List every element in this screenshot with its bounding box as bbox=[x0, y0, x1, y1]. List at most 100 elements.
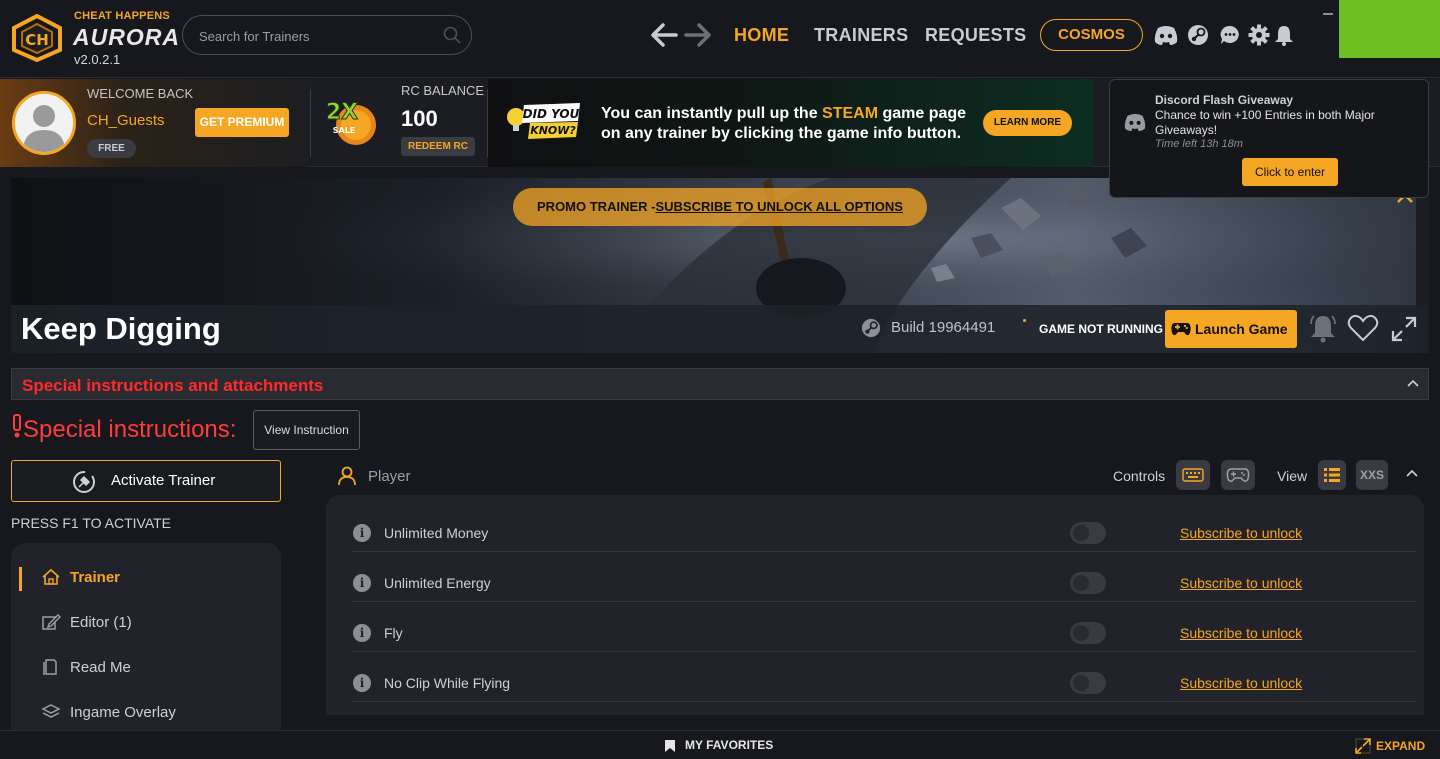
layers-icon bbox=[41, 704, 61, 718]
notify-bell-icon[interactable] bbox=[1308, 313, 1338, 343]
giveaway-title: Discord Flash Giveaway bbox=[1155, 93, 1294, 107]
info-icon[interactable]: i bbox=[353, 624, 371, 642]
window-corner-block bbox=[1339, 0, 1440, 58]
giveaway-popup: Discord Flash Giveaway Chance to win +10… bbox=[1109, 79, 1429, 198]
sidebar-menu: Trainer Editor (1) Read Me Ingame Overla… bbox=[11, 543, 281, 743]
activate-trainer-label: Activate Trainer bbox=[111, 472, 216, 489]
did-you-know-badge: DID YOU KNOW? bbox=[506, 103, 582, 143]
sale-label: SALE bbox=[333, 126, 356, 135]
option-toggle[interactable] bbox=[1070, 622, 1106, 644]
option-toggle[interactable] bbox=[1070, 522, 1106, 544]
discord-icon bbox=[1123, 112, 1147, 132]
steam-icon[interactable] bbox=[861, 318, 881, 338]
get-premium-button[interactable]: GET PREMIUM bbox=[195, 108, 289, 137]
keyboard-controls-button[interactable] bbox=[1176, 460, 1210, 490]
nav-trainers[interactable]: TRAINERS bbox=[814, 25, 908, 46]
instructions-bar-title: Special instructions and attachments bbox=[22, 376, 324, 395]
tip-text: You can instantly pull up the STEAM game… bbox=[601, 105, 967, 142]
promo-trainer-banner[interactable]: PROMO TRAINER -SUBSCRIBE TO UNLOCK ALL O… bbox=[513, 188, 927, 226]
view-instruction-button[interactable]: View Instruction bbox=[253, 410, 360, 450]
subscribe-link[interactable]: SUBSCRIBE TO UNLOCK ALL OPTIONS bbox=[655, 199, 903, 214]
giveaway-description: Chance to win +100 Entries in both Major… bbox=[1155, 108, 1375, 137]
sale-badge[interactable]: 2X SALE bbox=[322, 93, 380, 149]
view-label: View bbox=[1277, 468, 1308, 484]
sidebar-item-read-me[interactable]: Read Me bbox=[41, 658, 131, 676]
launch-game-button[interactable]: Launch Game bbox=[1165, 310, 1297, 348]
option-label: Unlimited Money bbox=[384, 525, 489, 541]
steam-icon[interactable] bbox=[1187, 24, 1209, 46]
learn-more-button[interactable]: LEARN MORE bbox=[983, 110, 1072, 136]
svg-text:DID YOU: DID YOU bbox=[523, 107, 580, 121]
rc-balance-label: RC BALANCE bbox=[401, 83, 485, 98]
username[interactable]: CH_Guests bbox=[87, 112, 165, 129]
subscribe-to-unlock-link[interactable]: Subscribe to unlock bbox=[1180, 525, 1302, 541]
cheat-happens-logo[interactable]: CH bbox=[10, 14, 64, 62]
top-bar: CH CHEAT HAPPENS AURORA v2.0.2.1 HOME TR… bbox=[0, 0, 1440, 78]
sidebar-item-editor[interactable]: Editor (1) bbox=[41, 613, 132, 631]
subscribe-to-unlock-link[interactable]: Subscribe to unlock bbox=[1180, 675, 1302, 691]
sidebar-item-label: Read Me bbox=[70, 658, 131, 676]
sidebar-item-trainer[interactable]: Trainer bbox=[41, 568, 120, 586]
compact-view-button[interactable]: XXS bbox=[1356, 460, 1388, 490]
sidebar-item-ingame-overlay[interactable]: Ingame Overlay bbox=[41, 703, 176, 721]
click-to-enter-button[interactable]: Click to enter bbox=[1242, 158, 1338, 186]
instructions-accordion[interactable]: Special instructions and attachments bbox=[11, 368, 1429, 400]
option-row: i Fly Subscribe to unlock bbox=[352, 602, 1416, 652]
giveaway-time-left: Time left 13h 18m bbox=[1155, 138, 1243, 150]
brand-product: AURORA bbox=[73, 24, 180, 50]
nav-home[interactable]: HOME bbox=[734, 25, 789, 46]
gamepad-controls-button[interactable] bbox=[1221, 460, 1255, 490]
activate-trainer-button[interactable]: Activate Trainer bbox=[11, 460, 281, 502]
launch-game-label: Launch Game bbox=[1195, 321, 1288, 337]
forward-arrow-icon[interactable] bbox=[684, 22, 712, 48]
trainer-options-panel: i Unlimited Money Subscribe to unlock i … bbox=[326, 495, 1424, 715]
favorite-heart-icon[interactable] bbox=[1347, 314, 1379, 342]
back-arrow-icon[interactable] bbox=[650, 22, 678, 48]
bell-icon[interactable] bbox=[1274, 24, 1294, 46]
redeem-rc-button[interactable]: REDEEM RC bbox=[401, 137, 475, 156]
nav-requests[interactable]: REQUESTS bbox=[925, 25, 1026, 46]
gamepad-icon bbox=[1226, 468, 1250, 482]
section-title: Player bbox=[368, 468, 411, 485]
bookmark-icon[interactable] bbox=[664, 739, 676, 753]
active-indicator bbox=[19, 567, 22, 591]
game-title: Keep Digging bbox=[21, 311, 221, 346]
controls-label: Controls bbox=[1113, 468, 1166, 484]
welcome-label: WELCOME BACK bbox=[87, 86, 194, 101]
profile-panel: WELCOME BACK CH_Guests FREE GET PREMIUM bbox=[0, 79, 310, 167]
cosmos-button[interactable]: COSMOS bbox=[1040, 19, 1143, 51]
tip-panel: DID YOU KNOW? You can instantly pull up … bbox=[488, 79, 1093, 167]
subscribe-to-unlock-link[interactable]: Subscribe to unlock bbox=[1180, 625, 1302, 641]
avatar[interactable] bbox=[12, 91, 76, 155]
gear-icon[interactable] bbox=[1248, 24, 1270, 46]
minimize-button[interactable] bbox=[1322, 4, 1336, 24]
search-input[interactable] bbox=[199, 26, 439, 46]
option-toggle[interactable] bbox=[1070, 572, 1106, 594]
info-icon[interactable]: i bbox=[353, 574, 371, 592]
sale-multiplier: 2X bbox=[326, 100, 358, 125]
list-view-button[interactable] bbox=[1318, 460, 1346, 490]
expand-button[interactable]: EXPAND bbox=[1376, 739, 1425, 753]
special-instructions-heading: Special instructions: bbox=[11, 413, 236, 444]
option-toggle[interactable] bbox=[1070, 672, 1106, 694]
fullscreen-expand-icon[interactable] bbox=[1391, 316, 1417, 342]
document-icon bbox=[43, 659, 57, 675]
search-icon[interactable] bbox=[443, 26, 461, 44]
discord-icon[interactable] bbox=[1153, 24, 1179, 46]
brand-company: CHEAT HAPPENS bbox=[74, 10, 170, 22]
chevron-up-icon[interactable] bbox=[1406, 378, 1420, 388]
game-status: GAME NOT RUNNING bbox=[1039, 322, 1163, 336]
expand-icon[interactable] bbox=[1355, 738, 1371, 754]
info-icon[interactable]: i bbox=[353, 524, 371, 542]
option-row: i Unlimited Money Subscribe to unlock bbox=[352, 502, 1416, 552]
info-icon[interactable]: i bbox=[353, 674, 371, 692]
my-favorites-button[interactable]: MY FAVORITES bbox=[685, 738, 773, 752]
subscribe-to-unlock-link[interactable]: Subscribe to unlock bbox=[1180, 575, 1302, 591]
option-label: Fly bbox=[384, 625, 403, 641]
app-version: v2.0.2.1 bbox=[74, 52, 121, 67]
chevron-up-icon[interactable] bbox=[1405, 468, 1419, 478]
home-icon bbox=[42, 568, 60, 585]
game-hero: PROMO TRAINER -SUBSCRIBE TO UNLOCK ALL O… bbox=[11, 178, 1429, 353]
chat-icon[interactable] bbox=[1219, 24, 1241, 46]
player-icon bbox=[338, 466, 356, 486]
